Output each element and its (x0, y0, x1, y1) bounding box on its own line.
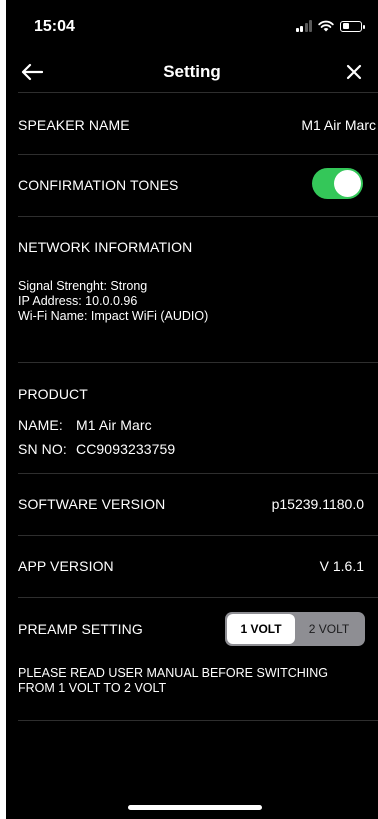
status-time: 15:04 (34, 18, 75, 35)
divider (18, 154, 378, 155)
cellular-signal-icon (295, 20, 312, 32)
divider (18, 597, 378, 598)
home-indicator[interactable] (128, 805, 262, 810)
preamp-2-volt-option[interactable]: 2 VOLT (295, 614, 363, 644)
divider (18, 720, 378, 721)
toggle-knob (334, 170, 361, 197)
product-name-key: NAME: (18, 417, 63, 433)
close-button[interactable] (340, 58, 368, 86)
serial-number-value: CC9093233759 (76, 441, 176, 457)
ip-address-text: IP Address: 10.0.0.96 (18, 294, 138, 308)
software-version-value: p15239.1180.0 (271, 496, 364, 512)
battery-icon (340, 20, 365, 32)
divider (18, 216, 378, 217)
speaker-name-value: M1 Air Marc (301, 117, 376, 133)
confirmation-tones-toggle[interactable] (312, 168, 363, 199)
software-version-label: SOFTWARE VERSION (18, 496, 166, 512)
divider (18, 535, 378, 536)
product-label: PRODUCT (18, 386, 88, 402)
app-version-label: APP VERSION (18, 558, 114, 574)
preamp-segmented-control: 1 VOLT 2 VOLT (225, 612, 365, 646)
close-icon (346, 64, 362, 80)
page-title: Setting (163, 62, 221, 81)
status-bar: 15:04 (6, 0, 378, 52)
divider (18, 473, 378, 474)
wifi-name-text: Wi-Fi Name: Impact WiFi (AUDIO) (18, 309, 209, 323)
confirmation-tones-label: CONFIRMATION TONES (18, 177, 179, 193)
app-version-value: V 1.6.1 (319, 558, 364, 574)
settings-screen: 15:04 Setting SPEAKER NAME M1 Air Marc C… (6, 0, 378, 819)
status-icons (295, 20, 365, 32)
navigation-bar: Setting (6, 52, 378, 92)
network-information-label: NETWORK INFORMATION (18, 239, 193, 255)
product-name-value: M1 Air Marc (76, 417, 152, 433)
divider (18, 362, 378, 363)
wifi-icon (318, 20, 334, 32)
serial-number-key: SN NO: (18, 441, 67, 457)
preamp-setting-label: PREAMP SETTING (18, 621, 143, 637)
signal-strength-text: Signal Strenght: Strong (18, 279, 148, 293)
preamp-warning-line-1: PLEASE READ USER MANUAL BEFORE SWITCHING (18, 666, 329, 680)
divider (18, 92, 378, 93)
preamp-1-volt-option[interactable]: 1 VOLT (227, 614, 295, 644)
speaker-name-label: SPEAKER NAME (18, 117, 130, 133)
preamp-warning-line-2: FROM 1 VOLT TO 2 VOLT (18, 681, 167, 695)
